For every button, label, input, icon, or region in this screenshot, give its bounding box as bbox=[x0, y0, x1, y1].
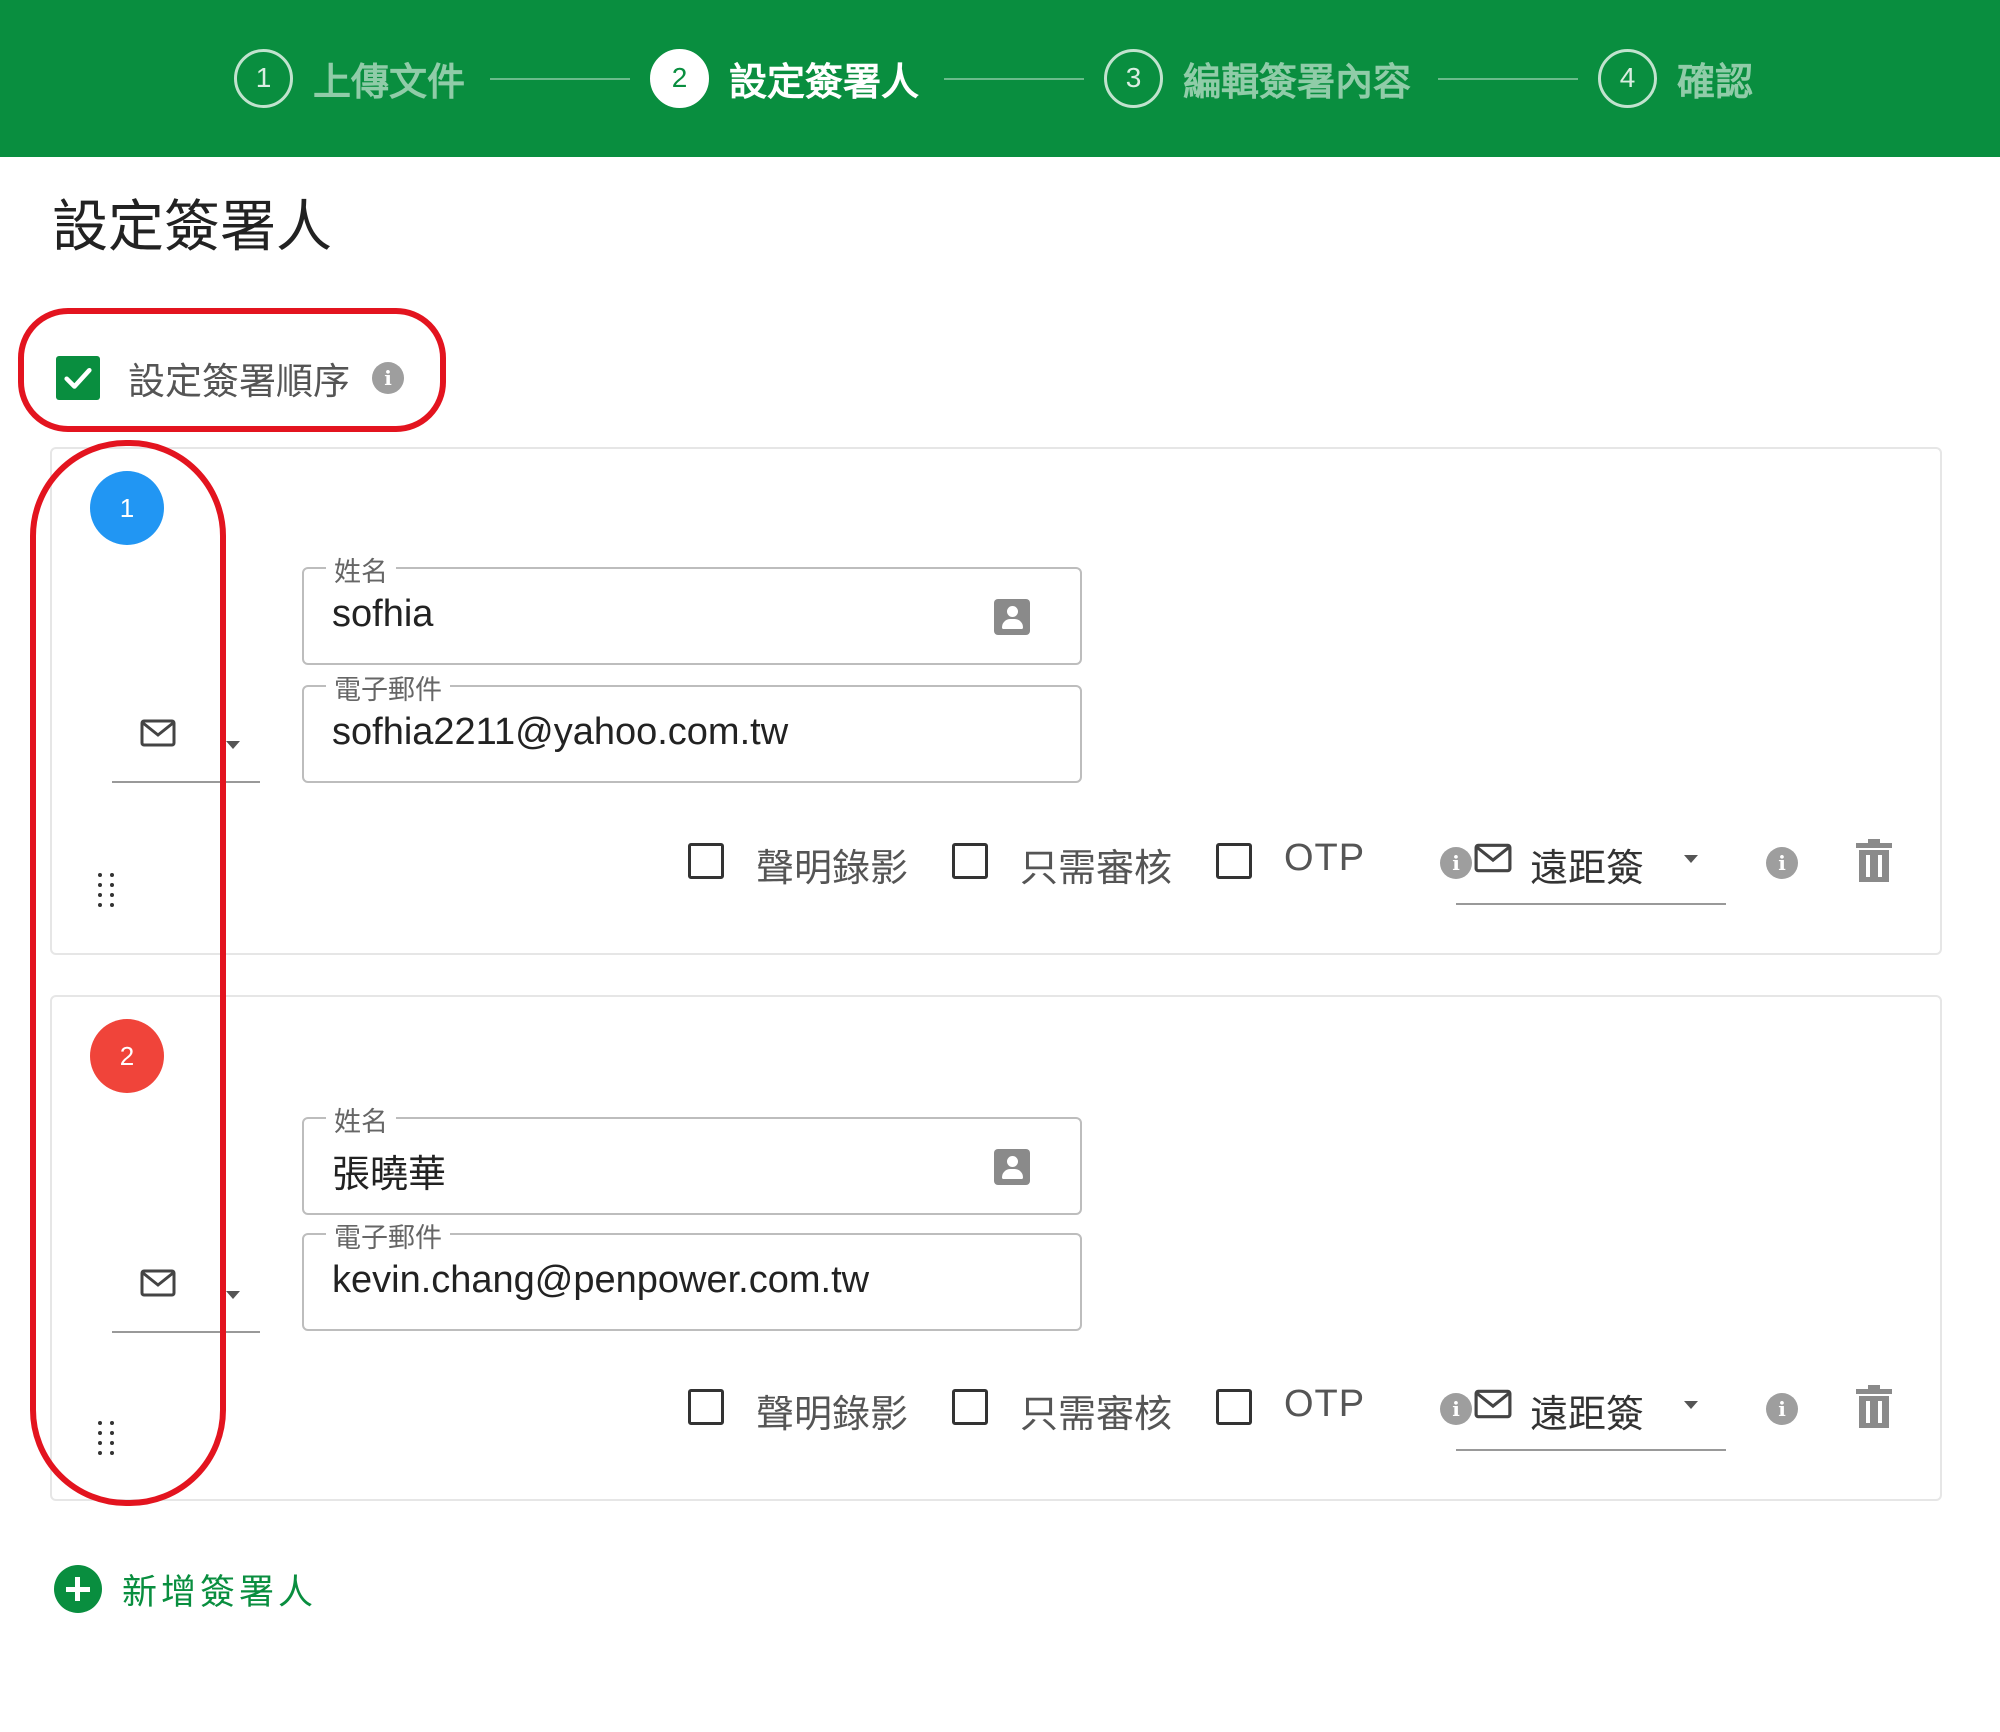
mail-icon bbox=[1474, 1389, 1512, 1419]
otp-checkbox[interactable] bbox=[1216, 1389, 1252, 1425]
add-signer-button[interactable]: 新增簽署人 bbox=[54, 1564, 317, 1614]
step-connector bbox=[1438, 78, 1578, 80]
step-label: 編輯簽署內容 bbox=[1183, 59, 1412, 104]
page-title: 設定簽署人 bbox=[52, 195, 332, 260]
step-number: 4 bbox=[1598, 48, 1657, 108]
review-only-label: 只需審核 bbox=[1020, 846, 1173, 890]
step-upload[interactable]: 1 上傳文件 bbox=[234, 48, 465, 108]
trash-icon[interactable] bbox=[1854, 839, 1894, 883]
info-icon[interactable]: i bbox=[1766, 1393, 1798, 1425]
step-number: 1 bbox=[234, 48, 293, 108]
annotation-outline bbox=[30, 440, 226, 1506]
chevron-down-icon bbox=[1684, 855, 1698, 863]
review-only-label: 只需審核 bbox=[1020, 1392, 1173, 1436]
review-only-checkbox[interactable] bbox=[952, 843, 988, 879]
plus-circle-icon bbox=[54, 1565, 102, 1613]
email-field[interactable]: 電子郵件 kevin.chang@penpower.com.tw bbox=[302, 1216, 1082, 1331]
step-label: 確認 bbox=[1677, 59, 1754, 104]
email-field[interactable]: 電子郵件 sofhia2211@yahoo.com.tw bbox=[302, 668, 1082, 783]
info-icon[interactable]: i bbox=[1766, 847, 1798, 879]
video-statement-label: 聲明錄影 bbox=[756, 846, 909, 890]
step-label: 設定簽署人 bbox=[729, 59, 920, 104]
step-label: 上傳文件 bbox=[313, 59, 466, 104]
signer-card: 1 姓名 sofhia 電子郵件 sofhia2211@yahoo.com.tw… bbox=[50, 447, 1942, 955]
review-only-checkbox[interactable] bbox=[952, 1389, 988, 1425]
contact-book-icon[interactable] bbox=[994, 599, 1030, 635]
step-number: 3 bbox=[1104, 48, 1163, 108]
annotation-outline bbox=[18, 308, 446, 432]
step-edit-content[interactable]: 3 編輯簽署內容 bbox=[1104, 48, 1411, 108]
name-field-value: sofhia bbox=[332, 593, 434, 635]
name-field-label: 姓名 bbox=[326, 1100, 396, 1139]
contact-book-icon[interactable] bbox=[994, 1149, 1030, 1185]
email-field-label: 電子郵件 bbox=[326, 668, 450, 707]
name-field-value: 張曉華 bbox=[332, 1154, 447, 1196]
step-confirm[interactable]: 4 確認 bbox=[1598, 48, 1753, 108]
signer-card: 2 姓名 張曉華 電子郵件 kevin.chang@penpower.com.t… bbox=[50, 995, 1942, 1501]
step-connector bbox=[490, 78, 630, 80]
stepper: 1 上傳文件 2 設定簽署人 3 編輯簽署內容 4 確認 bbox=[0, 0, 2000, 157]
otp-label: OTP bbox=[1284, 837, 1366, 879]
chevron-down-icon bbox=[1684, 1401, 1698, 1409]
otp-checkbox[interactable] bbox=[1216, 843, 1252, 879]
video-statement-checkbox[interactable] bbox=[688, 1389, 724, 1425]
name-field[interactable]: 姓名 張曉華 bbox=[302, 1100, 1082, 1215]
email-field-label: 電子郵件 bbox=[326, 1216, 450, 1255]
chevron-down-icon bbox=[226, 1291, 240, 1299]
sign-mode-select[interactable]: 遠距簽 bbox=[1456, 819, 1726, 905]
video-statement-label: 聲明錄影 bbox=[756, 1392, 909, 1436]
otp-label: OTP bbox=[1284, 1383, 1366, 1425]
name-field[interactable]: 姓名 sofhia bbox=[302, 550, 1082, 665]
name-field-label: 姓名 bbox=[326, 550, 396, 589]
sign-mode-select[interactable]: 遠距簽 bbox=[1456, 1365, 1726, 1451]
step-number: 2 bbox=[650, 48, 709, 108]
trash-icon[interactable] bbox=[1854, 1385, 1894, 1429]
chevron-down-icon bbox=[226, 741, 240, 749]
sign-mode-value: 遠距簽 bbox=[1530, 846, 1645, 890]
step-set-signers[interactable]: 2 設定簽署人 bbox=[650, 48, 919, 108]
step-connector bbox=[944, 78, 1084, 80]
email-field-value: kevin.chang@penpower.com.tw bbox=[332, 1259, 870, 1301]
video-statement-checkbox[interactable] bbox=[688, 843, 724, 879]
add-signer-label: 新增簽署人 bbox=[122, 1572, 318, 1613]
email-field-value: sofhia2211@yahoo.com.tw bbox=[332, 711, 789, 753]
mail-icon bbox=[1474, 843, 1512, 873]
sign-mode-value: 遠距簽 bbox=[1530, 1392, 1645, 1436]
